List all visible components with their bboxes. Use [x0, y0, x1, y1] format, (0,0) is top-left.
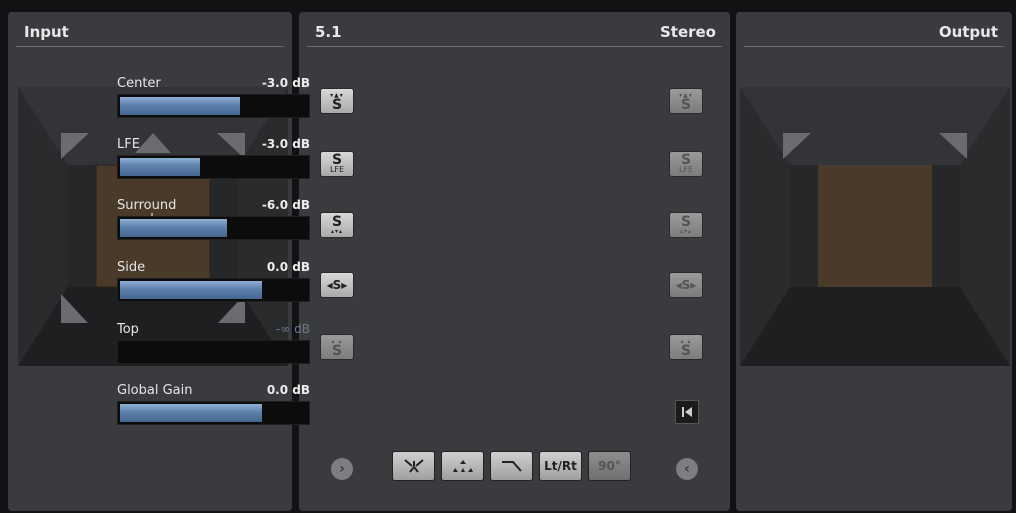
solo-surround-output-button[interactable]: S ▴▾▴ [669, 212, 703, 238]
arrows-inward-icon [403, 459, 424, 473]
slider-fill [120, 219, 227, 237]
slider-label: Global Gain [117, 383, 193, 398]
slider-value: 0.0 dB [266, 260, 310, 274]
solo-top-output-button[interactable]: ▴ ▴ S [669, 334, 703, 360]
chevron-left-icon[interactable]: ‹ [676, 458, 698, 480]
slider-label: LFE [117, 137, 140, 152]
chevron-right-icon[interactable]: › [331, 458, 353, 480]
slider-value: 0.0 dB [266, 383, 310, 397]
slider-fill [120, 404, 263, 422]
slider-track[interactable] [117, 94, 310, 118]
slider-fill [120, 281, 263, 299]
reset-to-start-icon[interactable] [675, 400, 699, 424]
slider-fill [120, 97, 240, 115]
format-source: 5.1 [315, 23, 342, 41]
lfe-filter-button[interactable] [490, 451, 533, 481]
solo-surround-input-button[interactable]: S ▴▾▴ [320, 212, 354, 238]
slider-track[interactable] [117, 340, 310, 364]
downmix-surround-button[interactable] [441, 451, 484, 481]
slider-track[interactable] [117, 216, 310, 240]
format-target: Stereo [659, 23, 716, 41]
output-room-view [740, 87, 1010, 366]
mixer-header: 5.1 Stereo [307, 18, 722, 47]
slider-value: -3.0 dB [261, 137, 310, 151]
slider-value: -3.0 dB [261, 76, 310, 90]
mixer-panel: 5.1 Stereo [299, 12, 730, 511]
slider-track[interactable] [117, 155, 310, 179]
output-header: Output [744, 18, 1004, 47]
solo-side-input-button[interactable]: ◂S▸ [320, 272, 354, 298]
output-title: Output [938, 23, 998, 41]
phase-90-button[interactable]: 90° [588, 451, 631, 481]
surround-triangles-icon [452, 460, 473, 472]
solo-side-output-button[interactable]: ◂S▸ [669, 272, 703, 298]
downmix-inward-button[interactable] [392, 451, 435, 481]
output-panel: Output [736, 12, 1012, 511]
low-pass-filter-icon [501, 461, 522, 472]
solo-top-input-button[interactable]: ▴ ▴ S [320, 334, 354, 360]
slider-track[interactable] [117, 278, 310, 302]
solo-lfe-input-button[interactable]: S LFE [320, 151, 354, 177]
ltrt-button[interactable]: Lt/Rt [539, 451, 582, 481]
input-title: Input [24, 23, 69, 41]
slider-value: -6.0 dB [261, 198, 310, 212]
slider-track[interactable] [117, 401, 310, 425]
solo-center-output-button[interactable]: ▾▲▾ S [669, 88, 703, 114]
solo-center-input-button[interactable]: ▾▲▾ S [320, 88, 354, 114]
slider-label: Top [117, 322, 139, 337]
slider-label: Side [117, 260, 146, 275]
slider-label: Center [117, 76, 161, 91]
slider-value: -∞ dB [276, 322, 310, 336]
solo-lfe-output-button[interactable]: S LFE [669, 151, 703, 177]
slider-label: Surround [117, 198, 177, 213]
input-header: Input [16, 18, 284, 47]
slider-fill [120, 158, 201, 176]
